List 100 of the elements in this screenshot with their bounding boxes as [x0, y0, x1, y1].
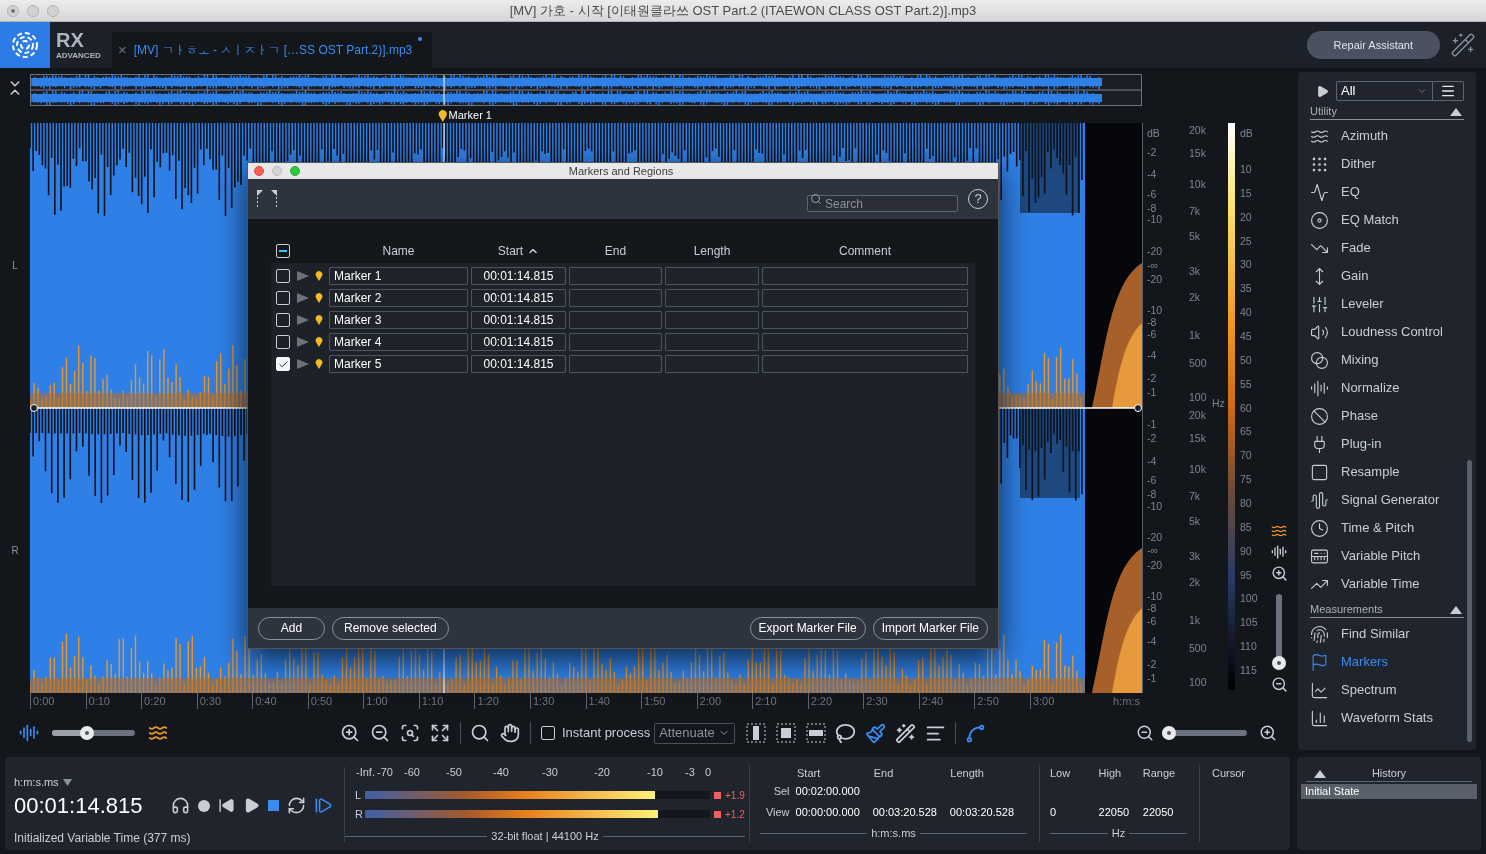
- zoom-in-icon[interactable]: [1259, 724, 1278, 742]
- column-header[interactable]: Length: [665, 242, 759, 260]
- wand-icon[interactable]: [1450, 32, 1476, 58]
- select-all-checkbox[interactable]: [276, 244, 290, 258]
- zoom-selection-icon[interactable]: [400, 723, 420, 743]
- module-item[interactable]: Fade: [1310, 234, 1464, 262]
- name-field[interactable]: Marker 2: [329, 289, 468, 307]
- time-selection-icon[interactable]: [746, 723, 767, 743]
- play-marker-icon[interactable]: [297, 336, 309, 348]
- comment-field[interactable]: [762, 355, 968, 373]
- start-field[interactable]: 00:01:14.815: [471, 311, 566, 329]
- start-field[interactable]: 00:01:14.815: [471, 267, 566, 285]
- zoom-out-icon[interactable]: [370, 723, 390, 743]
- slider-thumb[interactable]: [1161, 726, 1176, 740]
- start-field[interactable]: 00:01:14.815: [471, 289, 566, 307]
- wand-icon[interactable]: [895, 722, 917, 744]
- module-item[interactable]: Find Similar: [1310, 620, 1464, 648]
- module-item[interactable]: EQ: [1310, 178, 1464, 206]
- slider-thumb[interactable]: [79, 726, 94, 740]
- zoom-out-icon[interactable]: [1136, 724, 1155, 742]
- zoom-in-icon[interactable]: [1270, 565, 1288, 582]
- module-item[interactable]: Normalize: [1310, 374, 1464, 402]
- module-item[interactable]: EQ Match: [1310, 206, 1464, 234]
- module-item[interactable]: Time & Pitch: [1310, 514, 1464, 542]
- module-item[interactable]: Plug-in: [1310, 430, 1464, 458]
- play-marker-icon[interactable]: [297, 270, 309, 282]
- collapse-triangle-icon[interactable]: [1450, 107, 1462, 116]
- record-button[interactable]: [198, 799, 210, 812]
- module-item[interactable]: Leveler: [1310, 290, 1464, 318]
- spectrogram-view-icon[interactable]: [1271, 523, 1287, 539]
- skip-back-icon[interactable]: [218, 797, 235, 814]
- magnifier-icon[interactable]: [470, 723, 490, 743]
- checkbox[interactable]: [541, 726, 555, 740]
- collapse-triangle-icon[interactable]: [1450, 605, 1462, 614]
- module-item[interactable]: Phase: [1310, 402, 1464, 430]
- waveform-view-icon[interactable]: [19, 723, 39, 743]
- close-dialog-button[interactable]: [254, 166, 264, 176]
- module-item[interactable]: Spectrum: [1310, 676, 1464, 704]
- time-format-label[interactable]: h:m:s.ms: [14, 774, 59, 791]
- column-header[interactable]: Name: [329, 242, 468, 260]
- comment-field[interactable]: [762, 311, 968, 329]
- collapse-triangle-icon[interactable]: [1314, 769, 1326, 778]
- close-window-button[interactable]: [7, 4, 19, 17]
- hand-icon[interactable]: [500, 723, 520, 743]
- headphones-icon[interactable]: [171, 796, 190, 815]
- checkbox[interactable]: [276, 335, 290, 349]
- dropdown-triangle-icon[interactable]: [62, 778, 72, 786]
- end-field[interactable]: [569, 355, 662, 373]
- column-header[interactable]: Comment: [762, 242, 968, 260]
- comment-field[interactable]: [762, 289, 968, 307]
- end-field[interactable]: [569, 289, 662, 307]
- region-brackets-icon[interactable]: [256, 189, 278, 209]
- module-item[interactable]: Markers: [1310, 648, 1464, 676]
- length-field[interactable]: [665, 355, 759, 373]
- brush-icon[interactable]: [865, 722, 887, 744]
- play-marker-icon[interactable]: [297, 358, 309, 370]
- comment-field[interactable]: [762, 333, 968, 351]
- module-item[interactable]: Variable Pitch: [1310, 542, 1464, 570]
- lasso-icon[interactable]: [835, 722, 857, 744]
- search-field[interactable]: Search: [807, 195, 958, 212]
- name-field[interactable]: Marker 4: [329, 333, 468, 351]
- filter-select[interactable]: All: [1336, 81, 1433, 101]
- module-item[interactable]: Signal Generator: [1310, 486, 1464, 514]
- module-item[interactable]: Azimuth: [1310, 122, 1464, 150]
- start-field[interactable]: 00:01:14.815: [471, 355, 566, 373]
- module-item[interactable]: Waveform Stats: [1310, 704, 1464, 732]
- module-item[interactable]: Variable Time: [1310, 570, 1464, 598]
- start-field[interactable]: 00:01:14.815: [471, 333, 566, 351]
- scrollbar[interactable]: [1467, 460, 1472, 742]
- loop-icon[interactable]: [287, 796, 306, 815]
- repair-assistant-button[interactable]: Repair Assistant: [1306, 31, 1440, 59]
- length-field[interactable]: [665, 333, 759, 351]
- play-marker-icon[interactable]: [297, 292, 309, 304]
- length-field[interactable]: [665, 289, 759, 307]
- marker-label[interactable]: Marker 1: [448, 110, 492, 121]
- play-icon[interactable]: [243, 797, 260, 814]
- length-field[interactable]: [665, 311, 759, 329]
- menu-button[interactable]: [1433, 81, 1464, 101]
- column-header[interactable]: End: [569, 242, 662, 260]
- close-tab-button[interactable]: ×: [118, 38, 127, 62]
- module-item[interactable]: Gain: [1310, 262, 1464, 290]
- end-field[interactable]: [569, 267, 662, 285]
- zoom-out-icon[interactable]: [1270, 676, 1288, 693]
- history-item[interactable]: Initial State: [1301, 784, 1477, 799]
- mode-select[interactable]: Attenuate: [654, 722, 736, 744]
- checkbox[interactable]: [276, 291, 290, 305]
- checkbox[interactable]: [276, 269, 290, 283]
- comment-field[interactable]: [762, 267, 968, 285]
- play-icon[interactable]: [1316, 84, 1329, 98]
- column-header[interactable]: Start: [471, 242, 566, 260]
- spectrogram-view-icon[interactable]: [148, 723, 168, 743]
- zoom-fit-icon[interactable]: [430, 723, 450, 743]
- file-tab[interactable]: × [MV] ㄱㅏㅎㅗ - ㅅㅣㅈㅏㄱ […SS OST Part.2)].mp3: [112, 32, 432, 68]
- slider-thumb[interactable]: [1272, 655, 1286, 670]
- module-item[interactable]: Dither: [1310, 150, 1464, 178]
- module-item[interactable]: Mixing: [1310, 346, 1464, 374]
- end-field[interactable]: [569, 333, 662, 351]
- step-forward-icon[interactable]: [314, 796, 333, 815]
- module-item[interactable]: Resample: [1310, 458, 1464, 486]
- rectangle-selection-icon[interactable]: [776, 723, 797, 743]
